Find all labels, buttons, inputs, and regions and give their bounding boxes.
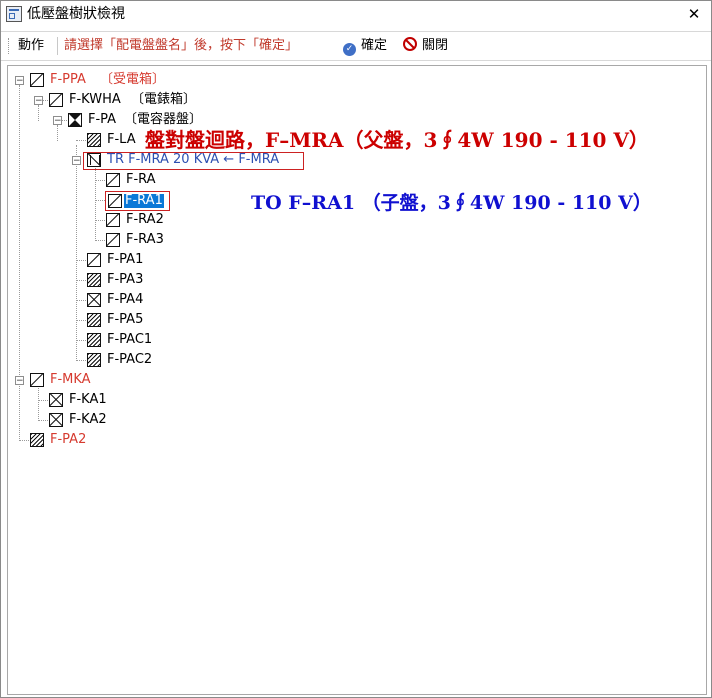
close-button-label: 關閉 xyxy=(422,38,449,53)
node-icon xyxy=(30,433,44,447)
node-label: F-RA2 xyxy=(126,212,164,227)
node-label: F-KA2 xyxy=(69,412,107,427)
tree-line xyxy=(76,140,86,141)
tree-line xyxy=(38,385,39,421)
tree-line xyxy=(95,200,105,201)
node-suffix: 〔電錶箱〕 xyxy=(131,92,197,107)
node-label: F-KA1 xyxy=(69,392,107,407)
node-label: F-PA5 xyxy=(107,312,144,327)
child-panel-annotation: TO F–RA1 （子盤，3∮4W 190 - 110 V） xyxy=(251,192,652,214)
node-label: F-PA3 xyxy=(107,272,144,287)
close-button[interactable]: 關閉 xyxy=(403,37,448,55)
node-label: F-PA2 xyxy=(50,432,87,447)
tree-line xyxy=(19,440,29,441)
tree-line xyxy=(95,180,105,181)
tree-line xyxy=(57,125,58,141)
tree-line xyxy=(95,220,105,221)
node-icon xyxy=(87,253,101,267)
collapse-icon[interactable]: − xyxy=(72,156,81,166)
collapse-icon[interactable]: − xyxy=(34,96,43,106)
title-bar: 低壓盤樹狀檢視 ✕ xyxy=(1,1,711,29)
node-label: F-PAC1 xyxy=(107,332,153,347)
tree-line xyxy=(76,145,77,361)
tree-line xyxy=(76,300,86,301)
node-label: F-KWHA xyxy=(69,92,121,107)
node-label: F-PA4 xyxy=(107,292,144,307)
node-icon xyxy=(106,173,120,187)
collapse-icon[interactable]: − xyxy=(53,116,62,126)
window-title: 低壓盤樹狀檢視 xyxy=(27,6,125,22)
node-icon xyxy=(68,113,82,127)
confirm-button-label: 確定 xyxy=(361,38,388,53)
collapse-icon[interactable]: − xyxy=(15,376,24,386)
node-icon xyxy=(30,373,44,387)
node-label: F-PA1 xyxy=(107,252,144,267)
tree-line xyxy=(76,320,86,321)
node-icon xyxy=(106,213,120,227)
node-suffix: 〔受電箱〕 xyxy=(100,72,166,87)
toolbar-separator xyxy=(57,37,58,55)
confirm-check-icon: ✓ xyxy=(343,43,356,56)
node-label: F-LA xyxy=(107,132,136,147)
node-label: F-PA xyxy=(88,112,117,127)
node-icon xyxy=(87,313,101,327)
action-menu[interactable]: 動作 xyxy=(18,37,44,55)
tree-view-window: 低壓盤樹狀檢視 ✕ 動作 請選擇「配電盤盤名」後，按下「確定」 ✓ 確定 關閉 xyxy=(0,0,712,698)
tree-node-f-ra1[interactable]: F-RA1 xyxy=(105,191,170,211)
node-label: F-PAC2 xyxy=(107,352,153,367)
tree-line xyxy=(38,420,48,421)
node-label: F-PPA xyxy=(50,72,86,87)
tree-line xyxy=(76,280,86,281)
tree-line xyxy=(76,360,86,361)
node-icon xyxy=(108,194,122,208)
tree-line xyxy=(19,85,20,441)
node-icon xyxy=(87,133,101,147)
instruction-text: 請選擇「配電盤盤名」後，按下「確定」 xyxy=(64,38,299,53)
node-icon xyxy=(87,273,101,287)
node-icon xyxy=(49,93,63,107)
app-icon xyxy=(6,6,22,22)
tree-line xyxy=(38,400,48,401)
node-label: TR F-MRA 20 KVA ← F-MRA xyxy=(107,152,280,167)
node-icon xyxy=(87,153,101,167)
panel-tree: − − − − − F-PPA 〔受電箱〕 F-KWHA 〔電錶箱〕 F-PA … xyxy=(7,65,707,695)
node-icon xyxy=(49,413,63,427)
confirm-button[interactable]: ✓ 確定 xyxy=(343,37,387,56)
close-icon[interactable]: ✕ xyxy=(683,4,705,24)
toolbar: 動作 請選擇「配電盤盤名」後，按下「確定」 ✓ 確定 關閉 xyxy=(1,31,711,61)
tree-line xyxy=(95,240,105,241)
node-icon xyxy=(30,73,44,87)
tree-line xyxy=(95,165,96,241)
node-icon xyxy=(87,293,101,307)
node-label: F-MKA xyxy=(50,372,91,387)
tree-line xyxy=(76,260,86,261)
node-label: F-RA xyxy=(126,172,156,187)
tree-line xyxy=(38,105,39,121)
node-icon xyxy=(49,393,63,407)
node-label-selected: F-RA1 xyxy=(124,193,164,208)
toolbar-grip[interactable] xyxy=(8,38,11,54)
node-icon xyxy=(87,333,101,347)
node-label: F-RA3 xyxy=(126,232,164,247)
close-ban-icon xyxy=(403,37,417,51)
node-icon xyxy=(106,233,120,247)
collapse-icon[interactable]: − xyxy=(15,76,24,86)
parent-panel-annotation: 盤對盤迴路，F–MRA（父盤，3∮4W 190 - 110 V） xyxy=(145,128,649,152)
tree-line xyxy=(76,340,86,341)
node-icon xyxy=(87,353,101,367)
